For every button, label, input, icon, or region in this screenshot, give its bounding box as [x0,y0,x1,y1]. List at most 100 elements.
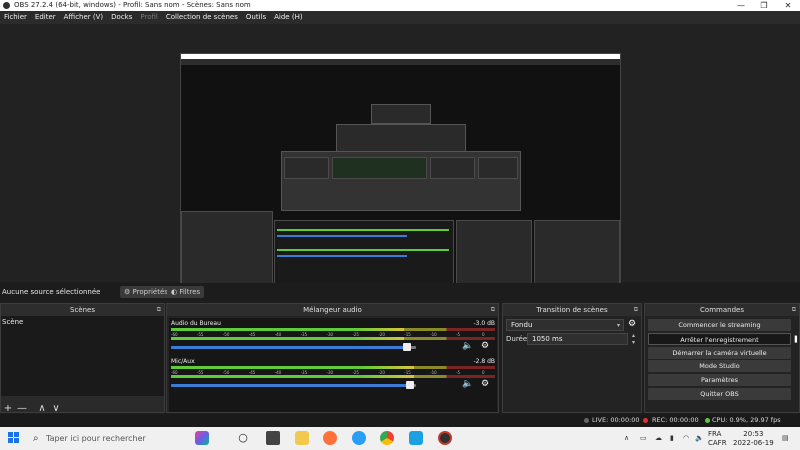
start-virtual-camera-button[interactable]: Démarrer la caméra virtuelle [648,347,791,359]
cloud-icon[interactable]: ☁ [655,427,662,450]
chrome-icon[interactable] [380,431,394,445]
gear-icon[interactable]: ⚙ [481,341,489,351]
filters-button[interactable]: ◐ Filtres [167,286,205,298]
nested-menubar [181,59,620,65]
firefox-icon[interactable] [323,431,337,445]
duration-label: Durée [506,335,528,343]
taskbar-clock[interactable]: 20:53 2022-06-19 [733,430,774,448]
chevron-up-icon[interactable]: ∧ [624,427,629,450]
taskbar-search[interactable]: ⌕ Taper ici pour rechercher [28,429,188,448]
undock-icon[interactable]: ⧉ [792,304,796,316]
maximize-button[interactable]: ❐ [754,0,774,11]
notification-icon[interactable]: ▤ [782,427,789,450]
transition-type-select[interactable]: Fondu ▾ [506,319,624,331]
undock-icon[interactable]: ⧉ [157,304,161,316]
slider-knob[interactable] [403,343,412,351]
nested-preview [281,151,521,211]
spin-arrows-icon[interactable]: ▴ ▾ [632,332,635,346]
meter-level [171,375,414,378]
menu-bar: Fichier Editer Afficher (V) Docks Profil Coll… [0,11,800,24]
audio-mixer-dock: Mélangeur audio ⧉ Audio du Bureau -3.0 dB… [166,303,499,413]
camera-app-icon[interactable] [266,431,280,445]
preview-area [0,24,800,301]
settings-button[interactable]: Paramètres [648,374,791,386]
kodi-icon[interactable] [409,431,423,445]
network-icon[interactable]: ▭ [640,427,647,450]
mixer-tracks: Audio du Bureau -3.0 dB -60 -55 -50 -45 -40-… [169,318,497,412]
stop-recording-button[interactable]: Arrêter l'enregistrement [648,333,791,345]
scenes-title: Scènes ⧉ [1,304,164,316]
transition-type-value: Fondu [511,321,533,329]
volume-slider[interactable] [171,381,416,389]
obs-taskbar-icon[interactable] [438,431,452,445]
transitions-title-text: Transition de scènes [536,306,608,314]
windows-start-icon[interactable] [8,432,20,444]
menu-profil: Profil [140,13,158,21]
start-streaming-button[interactable]: Commencer le streaming [648,319,791,331]
windows-taskbar: ⌕ Taper ici pour rechercher ○ ∧ ▭ ☁ ▮ ◠ 🔈… [0,427,800,450]
volume-slider[interactable] [171,343,416,351]
undock-icon[interactable]: ⧉ [634,304,638,316]
meter-level [171,328,405,331]
language-indicator[interactable]: FRA CAFR [708,430,727,448]
duration-value: 1050 ms [532,335,563,343]
window-title: OBS 27.2.4 (64-bit, windows) - Profil: S… [14,1,251,9]
studio-mode-button[interactable]: Mode Studio [648,360,791,372]
nested-commands-dock [534,220,620,286]
meter-level [171,366,414,369]
undock-icon[interactable]: ⧉ [491,304,495,316]
pause-recording-button[interactable]: ❚❚ [793,333,800,345]
commands-dock: Commandes ⧉ Commencer le streaming Arrête… [644,303,800,413]
volume-meter [171,366,495,369]
menu-aide[interactable]: Aide (H) [270,11,306,24]
volume-meter [171,337,495,340]
widgets-icon[interactable] [195,431,209,445]
source-toolbar: Aucune source sélectionnée ⚙ Propriétés … [0,283,800,301]
speaker-icon[interactable]: 🔈 [462,379,473,389]
task-view-icon[interactable]: ○ [236,431,250,445]
menu-editer[interactable]: Editer [31,11,60,24]
menu-fichier[interactable]: Fichier [0,11,31,24]
volume-icon[interactable]: 🔈 [695,427,704,450]
slider-fill [171,346,412,349]
chevron-down-icon: ▾ [616,322,620,329]
menu-docks[interactable]: Docks [107,11,136,24]
minimize-button[interactable]: — [731,0,751,11]
gear-icon[interactable]: ⚙ [628,319,636,329]
no-source-label: Aucune source sélectionnée [2,288,101,296]
nested-mixer-dock [274,220,454,286]
window-titlebar: OBS 27.2.4 (64-bit, windows) - Profil: S… [0,0,800,11]
rec-indicator-icon [643,418,648,423]
live-indicator-icon [584,418,589,423]
preview-canvas[interactable] [180,53,621,301]
status-bar: LIVE: 00:00:00 REC: 00:00:00 CPU: 0.9%, … [0,414,800,427]
slider-fill [171,384,414,387]
language-code: FRA [708,430,722,438]
close-button[interactable]: ✕ [778,0,798,11]
scene-item[interactable]: Scène [1,316,164,328]
meter-level [171,337,405,340]
menu-collection-scenes[interactable]: Collection de scènes [162,11,242,24]
transitions-title: Transition de scènes ⧉ [503,304,641,316]
menu-outils[interactable]: Outils [242,11,270,24]
commands-title: Commandes ⧉ [645,304,799,316]
nested-scenes-dock [181,211,273,286]
live-status: LIVE: 00:00:00 [592,416,640,424]
menu-afficher[interactable]: Afficher (V) [60,11,108,24]
clock-time: 20:53 [743,430,764,438]
gear-icon[interactable]: ⚙ [481,379,489,389]
slider-knob[interactable] [405,381,414,389]
cpu-indicator-icon [705,418,710,423]
wifi-icon[interactable]: ◠ [683,427,689,450]
scene-list[interactable]: Scène [1,316,164,398]
duration-spinbox[interactable]: 1050 ms [527,333,628,345]
speaker-icon[interactable]: 🔈 [462,341,473,351]
obs-app-icon [3,2,10,9]
track-db: -2.8 dB [473,358,495,365]
properties-button[interactable]: ⚙ Propriétés [120,286,172,298]
file-explorer-icon[interactable] [295,431,309,445]
battery-icon[interactable]: ▮ [670,427,674,450]
mixer-track: Mic/Aux -2.8 dB -60 -55 -50 -45 -40 -35 -30 -25… [169,356,497,396]
exit-button[interactable]: Quitter OBS [648,388,791,400]
edge-icon[interactable] [352,431,366,445]
